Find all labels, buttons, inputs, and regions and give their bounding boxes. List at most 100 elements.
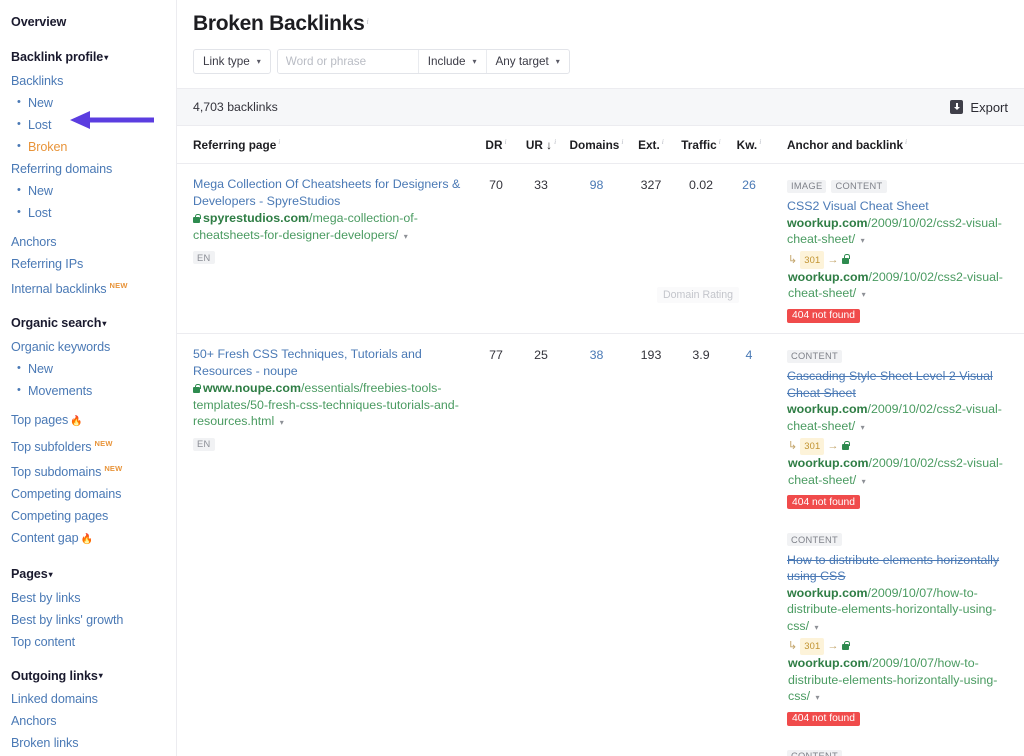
sidebar-item-broken[interactable]: Broken <box>11 136 176 158</box>
sidebar-item-referring-ips[interactable]: Referring IPs <box>11 253 176 275</box>
redirect-arrow-right-icon: → <box>827 254 838 266</box>
sidebar-item-label: Lost <box>28 206 51 220</box>
new-badge: NEW <box>110 281 128 290</box>
sidebar-item-lost[interactable]: Lost <box>11 202 176 224</box>
sidebar-item-label: Broken links <box>11 736 78 750</box>
info-icon[interactable]: i <box>621 137 623 146</box>
chevron-down-icon[interactable]: ▾ <box>862 290 866 299</box>
info-icon[interactable]: i <box>905 137 907 146</box>
fire-icon: 🔥 <box>70 416 82 427</box>
sidebar-item-anchors[interactable]: Anchors <box>11 710 176 732</box>
word-phrase-input[interactable] <box>278 50 418 73</box>
referring-page-url[interactable]: www.noupe.com/essentials/freebies-tools-… <box>193 380 475 432</box>
cell-domains[interactable]: 38 <box>565 346 628 756</box>
redirect-chain[interactable]: ↳301→woorkup.com/2009/10/07/how-to-distr… <box>787 637 1008 707</box>
table-header-row: Referring pagei DRi UR ↓i Domainsi Ext.i… <box>177 126 1024 164</box>
anchor-target-url[interactable]: woorkup.com/2009/10/02/css2-visual-cheat… <box>787 401 1008 436</box>
sidebar-item-backlinks[interactable]: Backlinks <box>11 70 176 92</box>
column-header-ext[interactable]: Ext.i <box>628 137 674 152</box>
referring-page-title[interactable]: Mega Collection Of Cheatsheets for Desig… <box>193 176 475 209</box>
anchor-text[interactable]: Cascading Style Sheet Level 2 Visual Che… <box>787 368 1008 401</box>
chevron-down-icon[interactable]: ▾ <box>404 232 408 241</box>
nav-section-outgoing-links[interactable]: Outgoing links▾ <box>11 664 176 689</box>
sidebar-item-top-subfolders[interactable]: Top subfoldersNEW <box>11 433 176 458</box>
tag-content: CONTENT <box>787 350 842 363</box>
info-icon[interactable]: i <box>554 137 556 146</box>
column-header-ur[interactable]: UR ↓i <box>517 137 565 152</box>
nav-section-backlink-profile[interactable]: Backlink profile▾ <box>11 45 176 70</box>
chevron-down-icon[interactable]: ▾ <box>815 693 819 702</box>
redirect-chain[interactable]: ↳301→woorkup.com/2009/10/02/css2-visual-… <box>787 251 1008 304</box>
chevron-down-icon[interactable]: ▾ <box>861 236 865 245</box>
sidebar-item-top-content[interactable]: Top content <box>11 631 176 653</box>
include-filter[interactable]: Include ▾ <box>418 50 486 73</box>
export-button[interactable]: Export <box>950 100 1008 115</box>
sidebar-item-broken-links[interactable]: Broken links <box>11 732 176 754</box>
redirect-chain[interactable]: ↳301→woorkup.com/2009/10/02/css2-visual-… <box>787 437 1008 490</box>
sidebar-item-movements[interactable]: Movements <box>11 380 176 402</box>
info-icon[interactable]: i <box>366 17 368 26</box>
lock-icon <box>842 258 849 264</box>
info-icon[interactable]: i <box>759 137 761 146</box>
sidebar-item-referring-domains[interactable]: Referring domains <box>11 158 176 180</box>
redirect-arrow-right-icon: → <box>827 440 838 452</box>
sidebar-item-label: Top subdomains <box>11 465 101 479</box>
info-icon[interactable]: i <box>504 137 506 146</box>
referring-page-title[interactable]: 50+ Fresh CSS Techniques, Tutorials and … <box>193 346 475 379</box>
info-icon[interactable]: i <box>278 137 280 146</box>
cell-dr: 77 <box>475 346 517 756</box>
column-header-domains[interactable]: Domainsi <box>565 137 628 152</box>
sidebar-item-label: Referring domains <box>11 162 112 176</box>
anchor-target-url[interactable]: woorkup.com/2009/10/02/css2-visual-cheat… <box>787 215 1008 250</box>
sidebar-item-competing-pages[interactable]: Competing pages <box>11 505 176 527</box>
sidebar-item-top-pages[interactable]: Top pages🔥 <box>11 409 176 433</box>
column-header-kw[interactable]: Kw.i <box>728 137 770 152</box>
sidebar-item-best-by-links-growth[interactable]: Best by links' growth <box>11 609 176 631</box>
sidebar-item-best-by-links[interactable]: Best by links <box>11 587 176 609</box>
sidebar-item-organic-keywords[interactable]: Organic keywords <box>11 336 176 358</box>
nav-section-pages[interactable]: Pages▾ <box>11 562 176 587</box>
anchor-target-url[interactable]: woorkup.com/2009/10/07/how-to-distribute… <box>787 585 1008 637</box>
info-icon[interactable]: i <box>662 137 664 146</box>
column-header-traffic[interactable]: Traffici <box>674 137 728 152</box>
word-phrase-filter-group: Include ▾ Any target ▾ <box>277 49 570 74</box>
status-badge: 404 not found <box>787 712 860 726</box>
cell-domains[interactable]: 98 <box>565 176 628 323</box>
chevron-down-icon[interactable]: ▾ <box>862 477 866 486</box>
sidebar-item-new[interactable]: New <box>11 358 176 380</box>
anchor-tags: CONTENT <box>787 530 1008 548</box>
anchor-text[interactable]: How to distribute elements horizontally … <box>787 552 1008 585</box>
sidebar-item-content-gap[interactable]: Content gap🔥 <box>11 527 176 551</box>
col-label: Traffic <box>681 138 716 152</box>
link-type-filter[interactable]: Link type ▾ <box>193 49 271 74</box>
sidebar-item-internal-backlinks[interactable]: Internal backlinksNEW <box>11 275 176 300</box>
nav-section-overview[interactable]: Overview <box>11 10 176 34</box>
sidebar-item-label: Movements <box>28 384 92 398</box>
any-target-filter[interactable]: Any target ▾ <box>486 50 569 73</box>
column-header-referring-page[interactable]: Referring pagei <box>193 137 475 152</box>
table-body: Mega Collection Of Cheatsheets for Desig… <box>177 164 1024 756</box>
cell-traffic: 3.9 <box>674 346 728 756</box>
sidebar-item-linked-domains[interactable]: Linked domains <box>11 688 176 710</box>
sidebar-item-label: Top pages <box>11 413 68 427</box>
cell-kw[interactable]: 4 <box>728 346 770 756</box>
sidebar-item-label: New <box>28 362 53 376</box>
sidebar-item-anchors[interactable]: Anchors <box>11 231 176 253</box>
sidebar-item-competing-domains[interactable]: Competing domains <box>11 483 176 505</box>
anchor-text[interactable]: CSS2 Visual Cheat Sheet <box>787 198 1008 215</box>
chevron-down-icon[interactable]: ▾ <box>861 423 865 432</box>
http-status-code: 301 <box>800 438 824 456</box>
domains-value: 38 <box>590 348 604 362</box>
column-header-anchor-and-backlink[interactable]: Anchor and backlinki <box>770 137 1008 152</box>
nav-section-organic-search[interactable]: Organic search▾ <box>11 311 176 336</box>
kw-value: 4 <box>746 348 753 362</box>
chevron-down-icon[interactable]: ▾ <box>814 623 818 632</box>
column-header-dr[interactable]: DRi <box>475 137 517 152</box>
sidebar-item-new[interactable]: New <box>11 180 176 202</box>
cell-referring-page: 50+ Fresh CSS Techniques, Tutorials and … <box>193 346 475 756</box>
chevron-down-icon[interactable]: ▾ <box>280 418 284 427</box>
chevron-down-icon: ▾ <box>99 671 103 680</box>
referring-page-url[interactable]: spyrestudios.com/mega-collection-of-chea… <box>193 210 475 245</box>
sidebar-item-top-subdomains[interactable]: Top subdomainsNEW <box>11 458 176 483</box>
info-icon[interactable]: i <box>719 137 721 146</box>
